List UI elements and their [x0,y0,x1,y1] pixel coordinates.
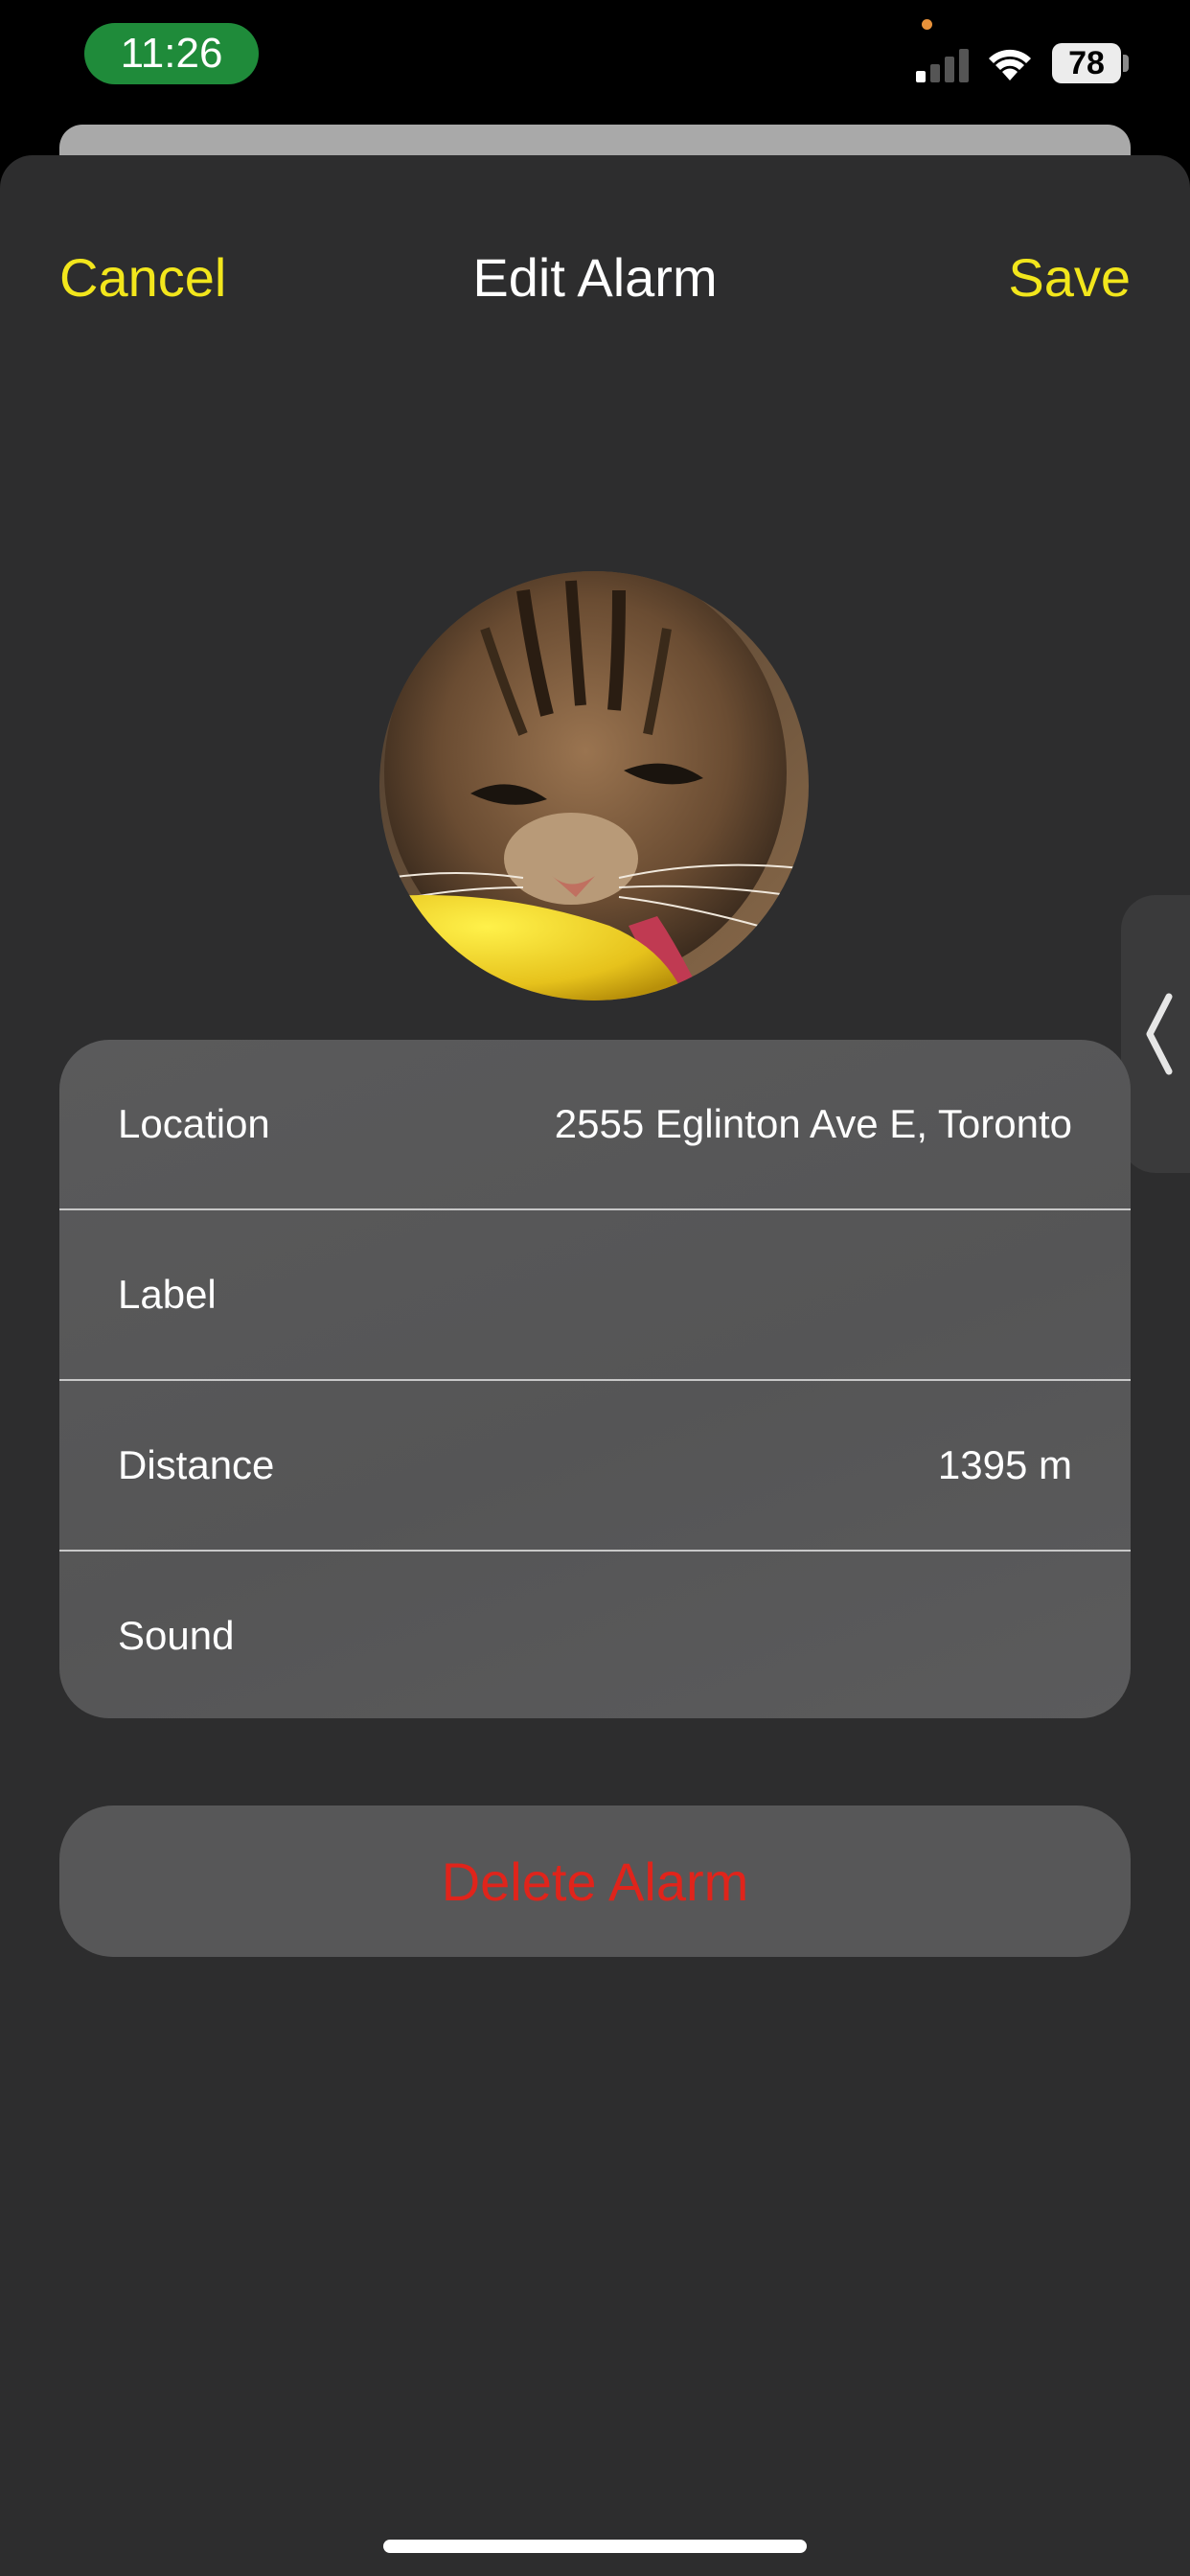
settings-row-distance[interactable]: Distance 1395 m [59,1379,1131,1550]
chevron-left-icon [1146,993,1173,1075]
settings-row-location[interactable]: Location 2555 Eglinton Ave E, Toronto [59,1040,1131,1208]
home-indicator[interactable] [383,2540,807,2553]
wifi-icon [989,49,1031,80]
delete-alarm-button[interactable]: Delete Alarm [59,1806,1131,1957]
row-label: Location [118,1101,270,1146]
screen: 11:26 78 Cancel Edit Alarm Save Location… [0,0,1190,2576]
battery-nub [1123,55,1129,72]
privacy-indicator-dot [922,19,932,30]
row-label: Distance [118,1442,275,1487]
settings-row-sound[interactable]: Sound [59,1550,1131,1718]
cellular-signal-icon [916,46,970,82]
row-label: Label [118,1272,217,1317]
status-time[interactable]: 11:26 [84,23,259,84]
alarm-avatar[interactable] [379,571,809,1000]
settings-row-label[interactable]: Label [59,1208,1131,1379]
battery-level: 78 [1052,43,1121,83]
row-value: 2555 Eglinton Ave E, Toronto [554,1101,1072,1146]
side-panel-handle[interactable] [1121,895,1190,1173]
status-bar: 11:26 78 [0,0,1190,125]
alarm-settings-list: Location 2555 Eglinton Ave E, Toronto La… [59,1040,1131,1718]
row-value: 1395 m [937,1442,1072,1487]
save-button[interactable]: Save [1008,240,1131,316]
row-label: Sound [118,1613,235,1658]
cat-photo [379,571,809,1000]
